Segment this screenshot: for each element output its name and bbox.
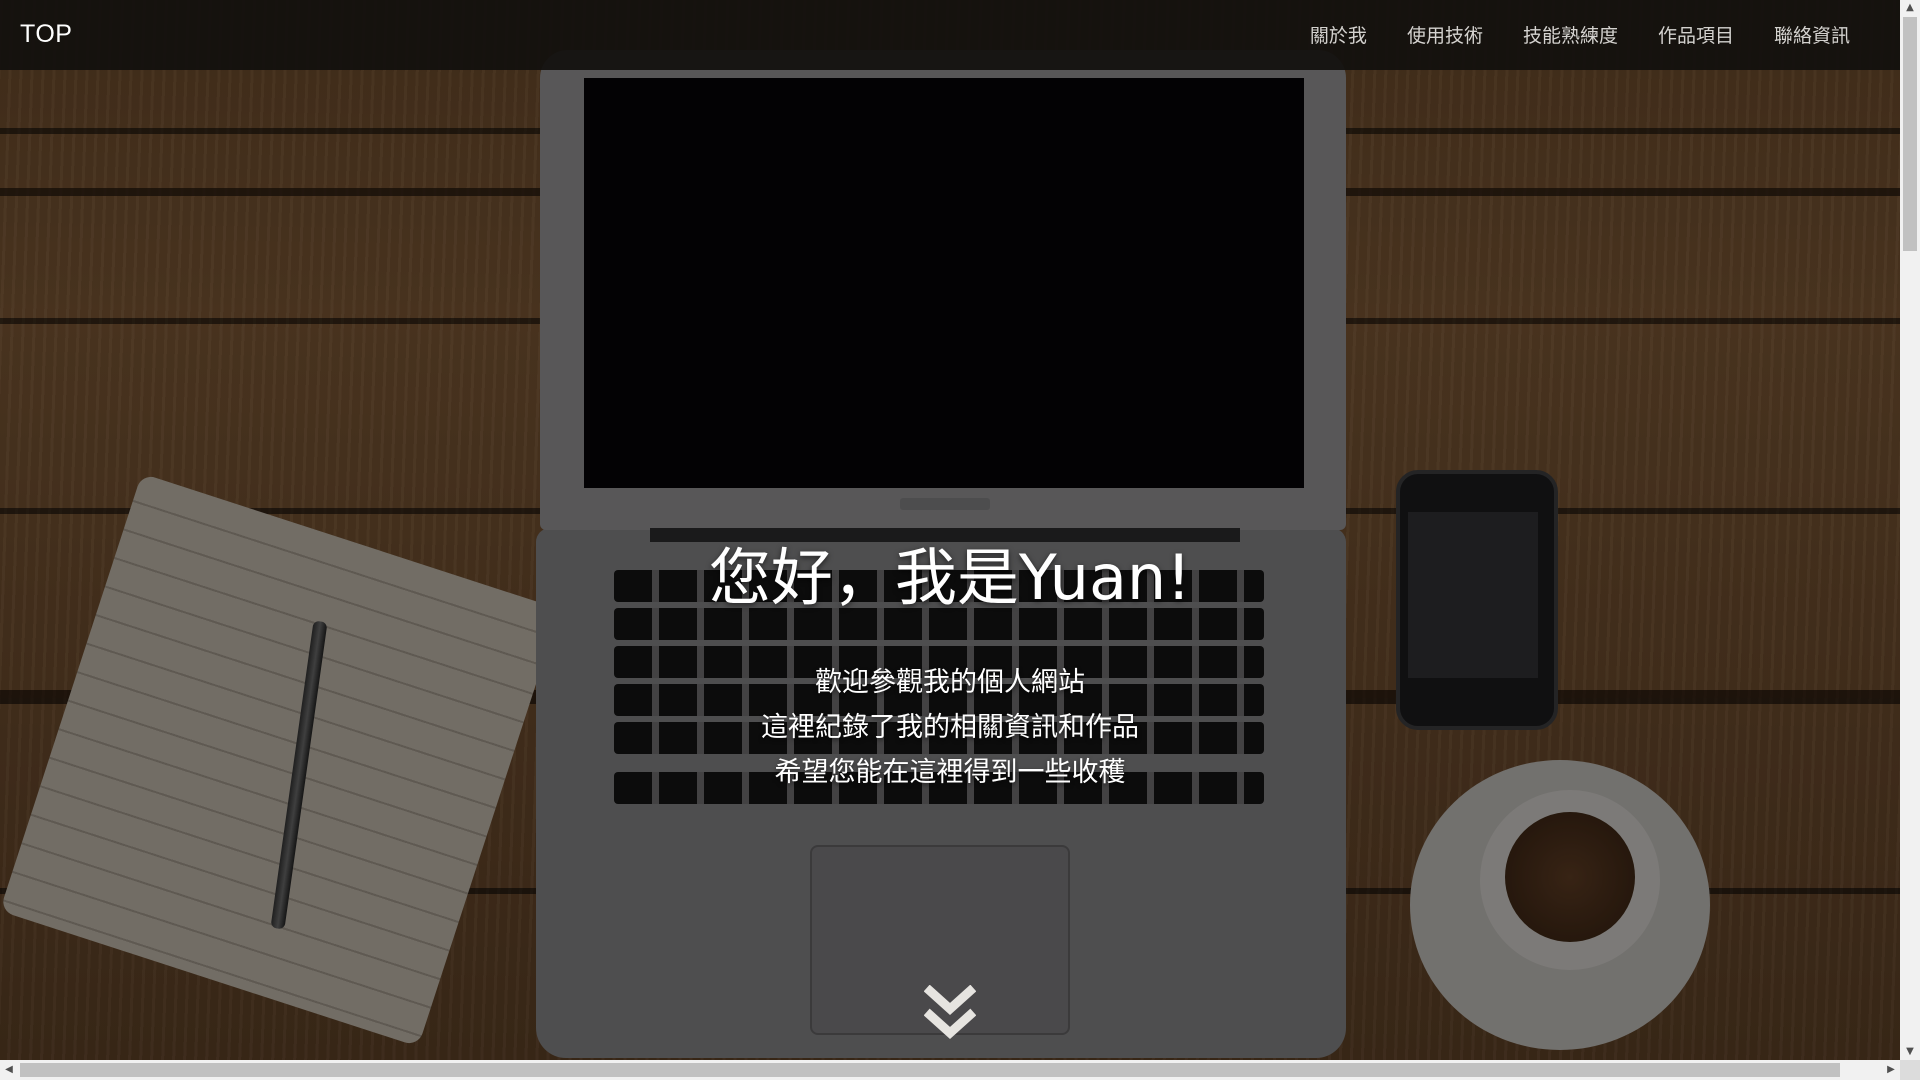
hero-dark-overlay — [0, 0, 1900, 1060]
nav-links: 關於我 使用技術 技能熟練度 作品項目 聯絡資訊 — [1310, 21, 1850, 48]
scroll-left-arrow-icon[interactable]: ◀ — [0, 1060, 18, 1080]
top-navbar: TOP 關於我 使用技術 技能熟練度 作品項目 聯絡資訊 — [0, 0, 1900, 70]
scrollbar-corner — [1900, 1060, 1920, 1080]
nav-link-about[interactable]: 關於我 — [1310, 21, 1367, 48]
hero-section: 您好，我是Yuan! 歡迎參觀我的個人網站 這裡紀錄了我的相關資訊和作品 希望您… — [0, 538, 1900, 795]
nav-link-contact[interactable]: 聯絡資訊 — [1774, 21, 1850, 48]
vertical-scrollbar[interactable]: ▲ ▼ — [1900, 0, 1920, 1060]
hero-line: 希望您能在這裡得到一些收穫 — [774, 757, 1126, 788]
hero-title: 您好，我是Yuan! — [708, 541, 1192, 614]
hero-line: 這裡紀錄了我的相關資訊和作品 — [761, 712, 1139, 743]
page-viewport: TOP 關於我 使用技術 技能熟練度 作品項目 聯絡資訊 您好，我是Yuan! … — [0, 0, 1900, 1060]
brand-logo-link[interactable]: TOP — [20, 20, 72, 49]
nav-link-skills[interactable]: 技能熟練度 — [1523, 21, 1618, 48]
scroll-down-arrow-icon[interactable]: ▼ — [1900, 1044, 1920, 1060]
scroll-right-arrow-icon[interactable]: ▶ — [1882, 1060, 1900, 1080]
hero-intro: 歡迎參觀我的個人網站 這裡紀錄了我的相關資訊和作品 希望您能在這裡得到一些收穫 — [0, 660, 1900, 795]
horizontal-scrollbar[interactable]: ◀ ▶ — [0, 1060, 1900, 1080]
vertical-scroll-thumb[interactable] — [1903, 17, 1917, 251]
nav-link-technologies[interactable]: 使用技術 — [1407, 21, 1483, 48]
horizontal-scroll-thumb[interactable] — [20, 1063, 1840, 1077]
double-chevron-down-icon[interactable] — [923, 984, 977, 1047]
scroll-up-arrow-icon[interactable]: ▲ — [1900, 0, 1920, 16]
hero-line: 歡迎參觀我的個人網站 — [815, 667, 1085, 698]
nav-link-projects[interactable]: 作品項目 — [1658, 21, 1734, 48]
